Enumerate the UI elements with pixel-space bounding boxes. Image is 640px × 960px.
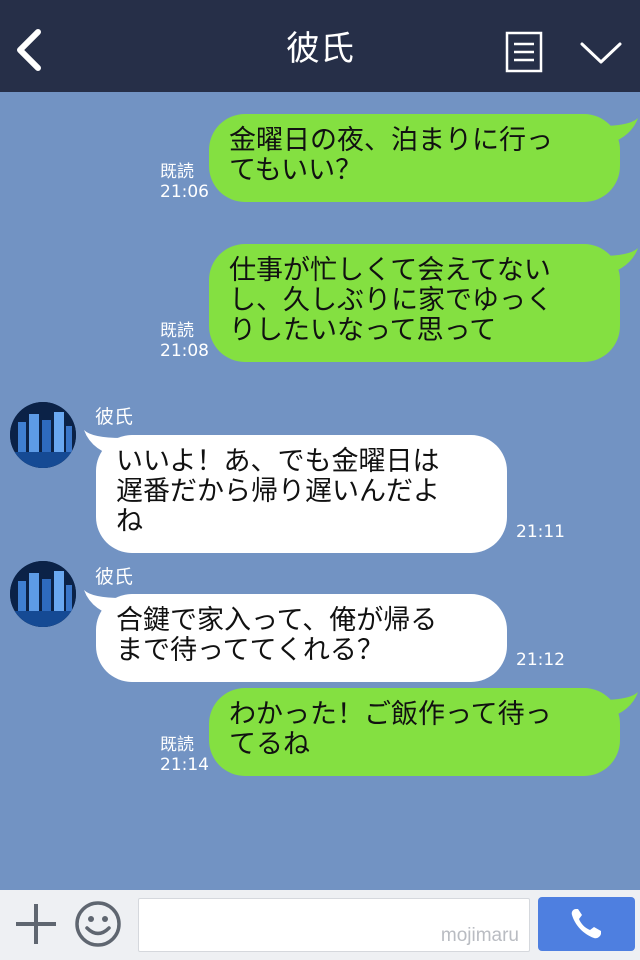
sender-name: 彼氏: [95, 566, 134, 588]
message-meta: 既読 21:14: [160, 735, 209, 775]
watermark: mojimaru: [440, 925, 519, 946]
chat-area[interactable]: 既読 21:06 金曜日の夜、泊まりに行っ てもいい？ 既読 21:08 仕事が…: [0, 92, 640, 890]
smiley-icon[interactable]: [74, 900, 122, 948]
sender-name: 彼氏: [95, 406, 134, 428]
message-bubble-incoming[interactable]: いいよ！あ、でも金曜日は 遅番だから帰り遅いんだよ ね: [96, 435, 507, 553]
avatar[interactable]: [10, 402, 76, 468]
read-receipt: 既読: [160, 735, 194, 755]
message-bubble-outgoing[interactable]: 仕事が忙しくて会えてない し、久しぶりに家でゆっく りしたいなって思って: [209, 244, 620, 362]
chat-title: 彼氏: [286, 29, 354, 69]
read-receipt: 既読: [160, 162, 194, 182]
message-bubble-incoming[interactable]: 合鍵で家入って、俺が帰る まで待っててくれる？: [96, 594, 507, 682]
message-input[interactable]: mojimaru: [138, 898, 530, 952]
chat-header: 彼氏: [0, 0, 640, 92]
message-time: 21:12: [516, 650, 565, 670]
chevron-left-icon[interactable]: [14, 28, 44, 72]
read-receipt: 既読: [160, 321, 194, 341]
phone-icon: [571, 909, 601, 939]
call-button[interactable]: [538, 897, 635, 951]
message-meta: 既読 21:08: [160, 321, 209, 361]
menu-icon[interactable]: [505, 31, 543, 73]
message-time: 21:14: [160, 755, 209, 775]
avatar[interactable]: [10, 561, 76, 627]
message-time: 21:06: [160, 182, 209, 202]
chevron-down-icon[interactable]: [578, 38, 624, 68]
message-meta: 既読 21:06: [160, 162, 209, 202]
message-bubble-outgoing[interactable]: わかった！ご飯作って待っ てるね: [209, 688, 620, 776]
message-bubble-outgoing[interactable]: 金曜日の夜、泊まりに行っ てもいい？: [209, 114, 620, 202]
plus-icon[interactable]: [14, 902, 58, 946]
message-time: 21:08: [160, 341, 209, 361]
avatar-image: [10, 402, 76, 468]
message-time: 21:11: [516, 522, 565, 542]
avatar-image: [10, 561, 76, 627]
